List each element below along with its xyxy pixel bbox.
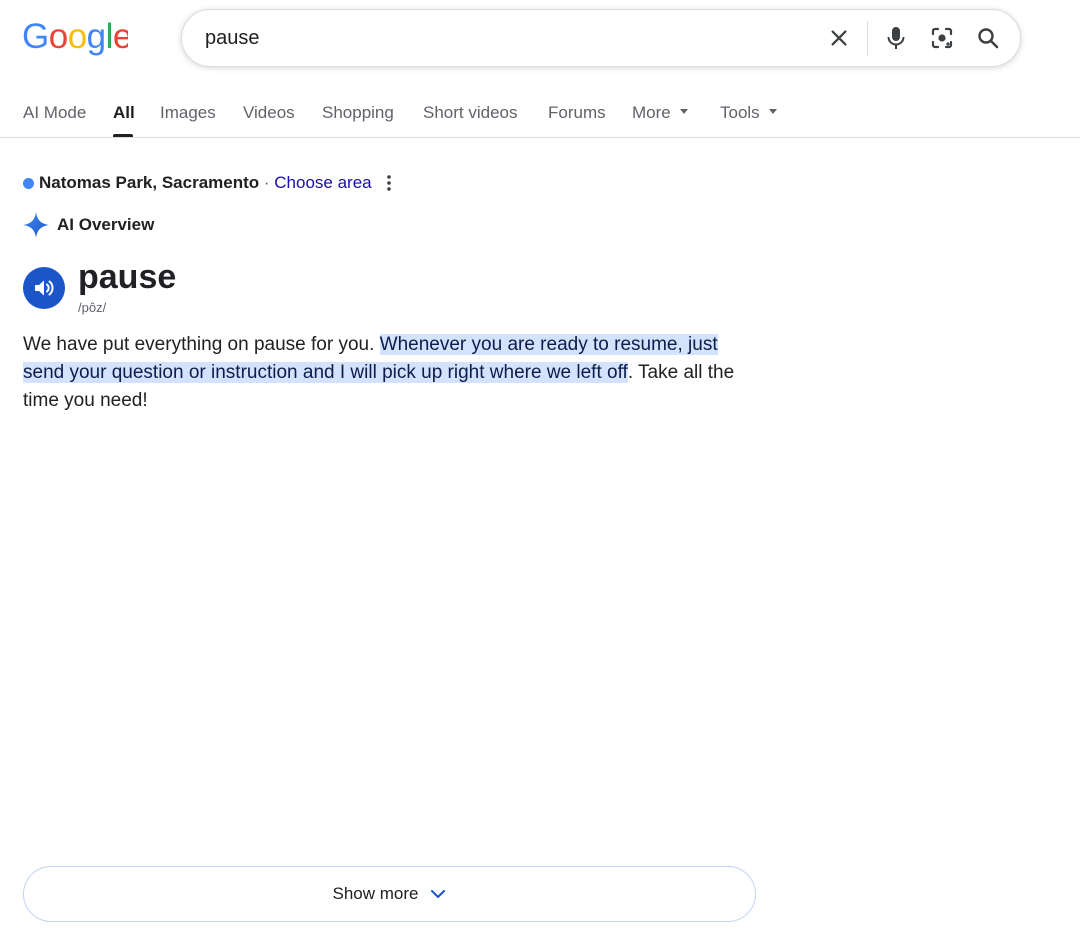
show-more-label: Show more (332, 884, 419, 903)
pronunciation-button[interactable] (23, 267, 65, 309)
location-line: Natomas Park, Sacramento · Choose area (39, 173, 372, 193)
tab-ai-mode[interactable]: AI Mode (23, 103, 86, 123)
search-input[interactable]: pause (205, 27, 260, 50)
speaker-icon (35, 280, 54, 296)
tab-tools-label: Tools (720, 103, 760, 122)
location-separator: · (259, 173, 275, 192)
clear-icon[interactable] (825, 24, 853, 52)
tab-tools[interactable]: Tools (720, 103, 777, 123)
dictionary-word: pause (78, 258, 177, 296)
camera-lens-icon[interactable] (928, 24, 956, 52)
tabs-divider (0, 137, 1080, 138)
location-name: Natomas Park, Sacramento (39, 173, 260, 192)
search-icon[interactable] (974, 24, 1002, 52)
google-logo[interactable]: Google (22, 18, 128, 56)
tab-images[interactable]: Images (160, 103, 216, 123)
search-divider (867, 21, 868, 56)
location-dot-icon (23, 178, 34, 189)
choose-area-link[interactable]: Choose area (274, 173, 371, 192)
ai-overview-text: We have put everything on pause for you.… (23, 331, 763, 415)
tab-more[interactable]: More (632, 103, 688, 123)
tab-all[interactable]: All (113, 103, 135, 123)
caret-down-icon (679, 109, 688, 115)
phonetic-spelling: /pôz/ (78, 300, 107, 315)
microphone-icon[interactable] (882, 24, 910, 52)
tab-more-label: More (632, 103, 671, 122)
overview-text-start: We have put everything on pause for you. (23, 334, 380, 355)
ai-sparkle-icon (23, 212, 49, 238)
caret-down-icon (768, 109, 777, 115)
svg-text:Google: Google (22, 18, 128, 56)
chevron-down-icon (431, 890, 446, 898)
tab-shopping[interactable]: Shopping (322, 103, 394, 123)
ai-overview-label: AI Overview (57, 215, 155, 234)
show-more-button[interactable]: Show more (23, 866, 756, 922)
more-options-icon[interactable] (380, 173, 398, 193)
tab-videos[interactable]: Videos (243, 103, 295, 123)
search-box[interactable]: pause (181, 9, 1021, 67)
tab-forums[interactable]: Forums (548, 103, 606, 123)
tab-short-videos[interactable]: Short videos (423, 103, 518, 123)
